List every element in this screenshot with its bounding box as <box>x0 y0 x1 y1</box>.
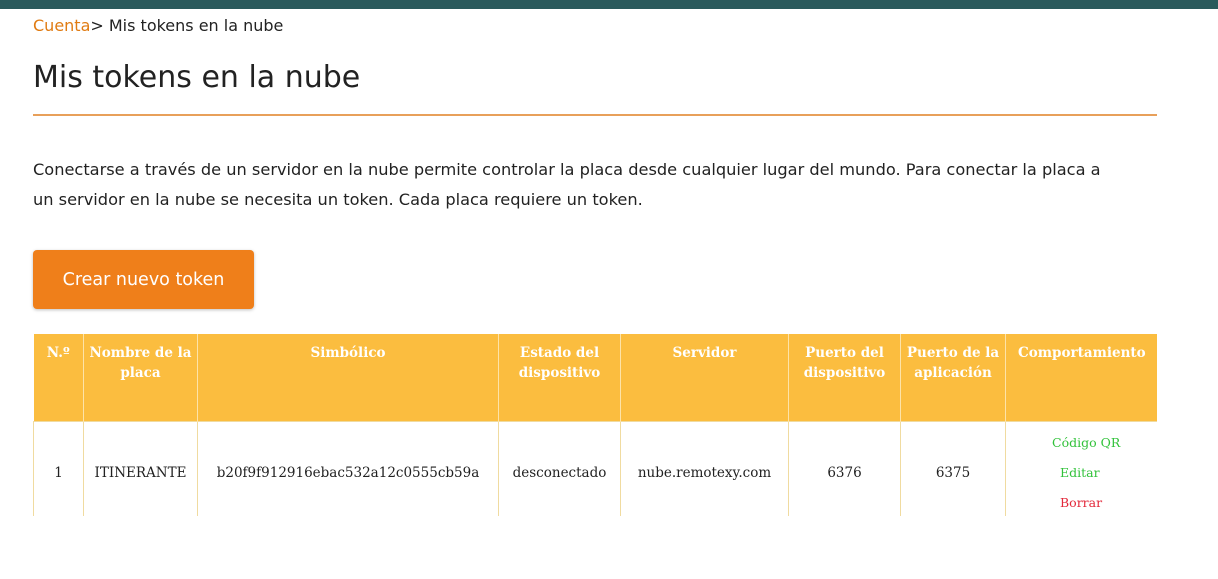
cell-device-port: 6376 <box>788 421 901 516</box>
page-description: Conectarse a través de un servidor en la… <box>33 160 1101 209</box>
cell-board-name: ITINERANTE <box>83 421 198 516</box>
delete-link[interactable]: Borrar <box>1052 488 1157 516</box>
create-token-button[interactable]: Crear nuevo token <box>33 250 254 309</box>
header-device-port: Puerto del dispositivo <box>788 334 901 422</box>
page-title: Mis tokens en la nube <box>33 60 361 95</box>
header-token: Simbólico <box>197 334 499 422</box>
cell-app-port: 6375 <box>900 421 1006 516</box>
breadcrumb-current: Mis tokens en la nube <box>103 16 284 35</box>
qr-code-link[interactable]: Código QR <box>1052 428 1157 458</box>
cell-server: nube.remotexy.com <box>620 421 789 516</box>
breadcrumb-separator: > <box>90 16 104 35</box>
header-actions: Comportamiento <box>1005 334 1157 422</box>
cell-token: b20f9f912916ebac532a12c0555cb59a <box>197 421 499 516</box>
breadcrumb-account-link[interactable]: Cuenta <box>33 16 90 35</box>
table-header-row: N.º Nombre de la placa Simbólico Estado … <box>33 334 1157 422</box>
breadcrumb: Cuenta> Mis tokens en la nube <box>33 16 283 35</box>
header-board-name: Nombre de la placa <box>83 334 198 422</box>
tokens-table: N.º Nombre de la placa Simbólico Estado … <box>33 334 1157 516</box>
tokens-table-container: N.º Nombre de la placa Simbólico Estado … <box>33 334 1157 516</box>
table-row: 1 ITINERANTE b20f9f912916ebac532a12c0555… <box>33 421 1157 516</box>
edit-link[interactable]: Editar <box>1052 458 1157 488</box>
title-divider <box>33 114 1157 116</box>
header-app-port: Puerto de la aplicación <box>900 334 1006 422</box>
header-device-status: Estado del dispositivo <box>498 334 621 422</box>
top-bar <box>0 0 1218 9</box>
header-server: Servidor <box>620 334 789 422</box>
cell-device-status: desconectado <box>498 421 621 516</box>
cell-number: 1 <box>33 421 84 516</box>
header-number: N.º <box>33 334 84 422</box>
cell-actions: Código QR Editar Borrar <box>1005 421 1157 516</box>
